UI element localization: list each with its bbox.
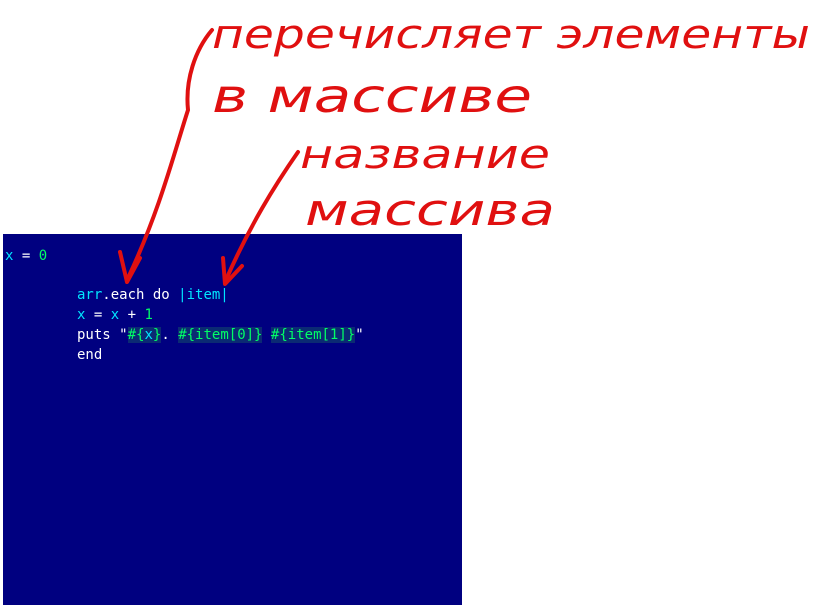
annotation-note1-line2: в массиве [212,69,532,123]
annotation-arrow-1 [126,28,214,280]
annotation-note2-line1: название [300,132,550,178]
annotation-arrow-2 [223,150,300,284]
annotation-note2-line2: массива [305,185,555,236]
handwritten-annotations: перечисляет элементы в массиве название … [118,12,810,286]
annotation-note1-line1: перечисляет элементы [212,12,810,58]
